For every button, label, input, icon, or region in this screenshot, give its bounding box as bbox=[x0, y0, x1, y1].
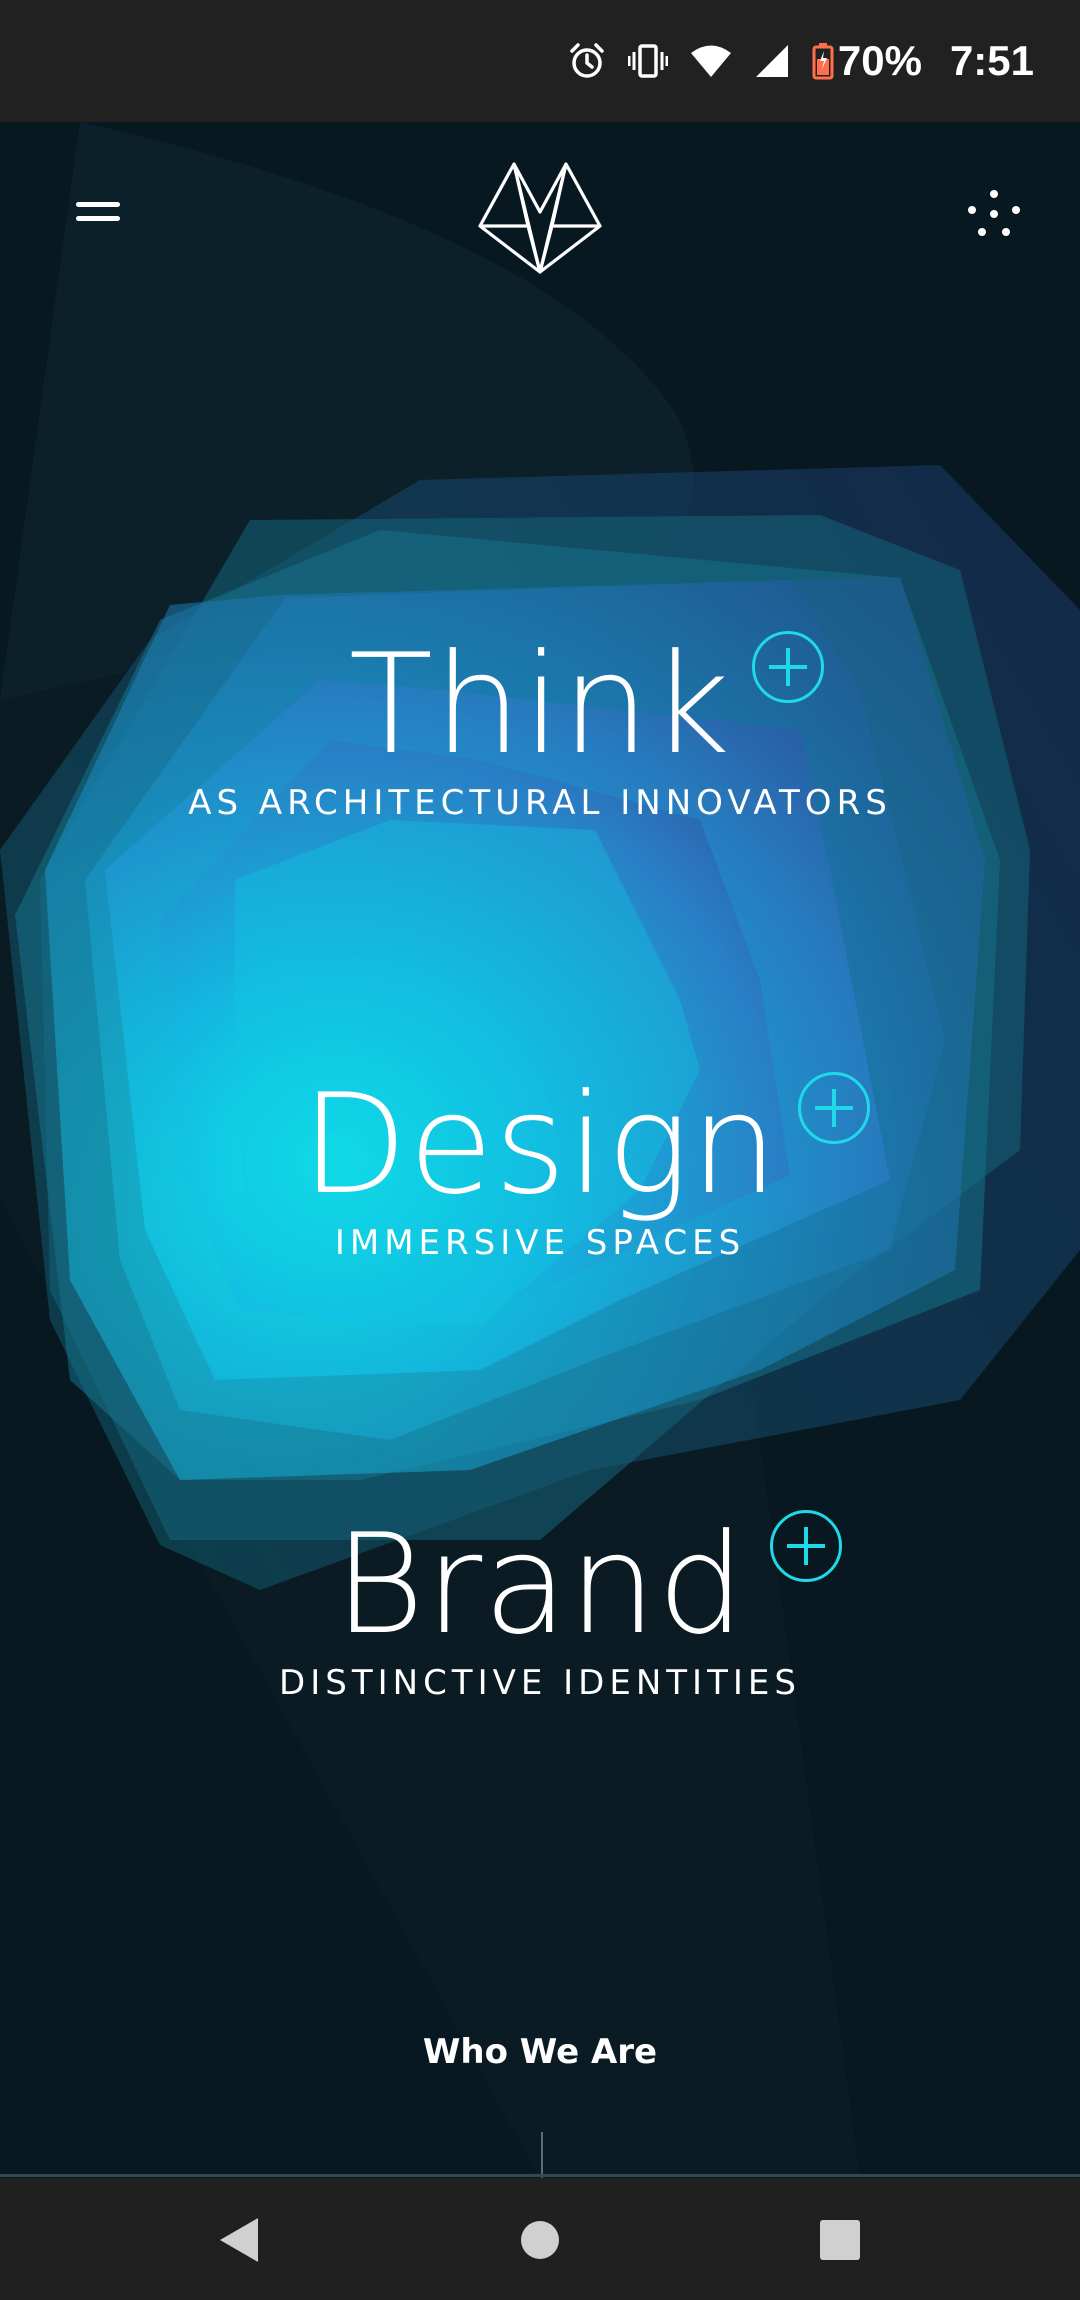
feature-think: Think AS ARCHITECTURAL INNOVATORS bbox=[0, 624, 1080, 823]
status-icons: 70% 7:51 bbox=[568, 30, 1034, 92]
dots-menu-icon[interactable] bbox=[958, 186, 1030, 248]
recents-icon[interactable] bbox=[814, 2214, 866, 2266]
battery-indicator: 70% bbox=[812, 37, 922, 85]
app-screen: 70% 7:51 Think AS ARCHITECTURAL INNOVATO… bbox=[0, 0, 1080, 2300]
hamburger-menu-icon bbox=[76, 202, 120, 207]
navigation-bar bbox=[0, 2178, 1080, 2300]
status-bar: 70% 7:51 bbox=[0, 0, 1080, 122]
divider bbox=[0, 2174, 1080, 2177]
status-time: 7:51 bbox=[949, 37, 1034, 84]
menu-button[interactable] bbox=[70, 196, 126, 236]
wifi-icon bbox=[690, 45, 731, 77]
scroll-indicator bbox=[541, 2132, 543, 2178]
feature-title: Brand bbox=[334, 1504, 746, 1665]
think-expand-button[interactable] bbox=[752, 631, 824, 703]
feature-title: Design bbox=[301, 1064, 779, 1225]
who-we-are-link[interactable]: Who We Are bbox=[0, 2032, 1080, 2072]
battery-icon bbox=[812, 43, 834, 80]
feature-subtitle: DISTINCTIVE IDENTITIES bbox=[279, 1663, 801, 1703]
feature-brand: Brand DISTINCTIVE IDENTITIES bbox=[0, 1504, 1080, 1703]
geometric-logo-icon[interactable] bbox=[476, 160, 604, 276]
signal-icon bbox=[755, 45, 788, 77]
feature-design: Design IMMERSIVE SPACES bbox=[0, 1064, 1080, 1263]
vibrate-icon bbox=[627, 44, 668, 78]
feature-title: Think bbox=[348, 624, 732, 785]
alarm-icon bbox=[570, 43, 604, 78]
design-expand-button[interactable] bbox=[798, 1072, 870, 1144]
brand-expand-button[interactable] bbox=[770, 1510, 842, 1582]
feature-subtitle: AS ARCHITECTURAL INNOVATORS bbox=[188, 783, 892, 823]
home-icon[interactable] bbox=[514, 2214, 566, 2266]
back-icon[interactable] bbox=[214, 2214, 266, 2266]
hamburger-line bbox=[76, 216, 120, 221]
feature-subtitle: IMMERSIVE SPACES bbox=[334, 1223, 746, 1263]
battery-percent: 70% bbox=[837, 37, 922, 84]
